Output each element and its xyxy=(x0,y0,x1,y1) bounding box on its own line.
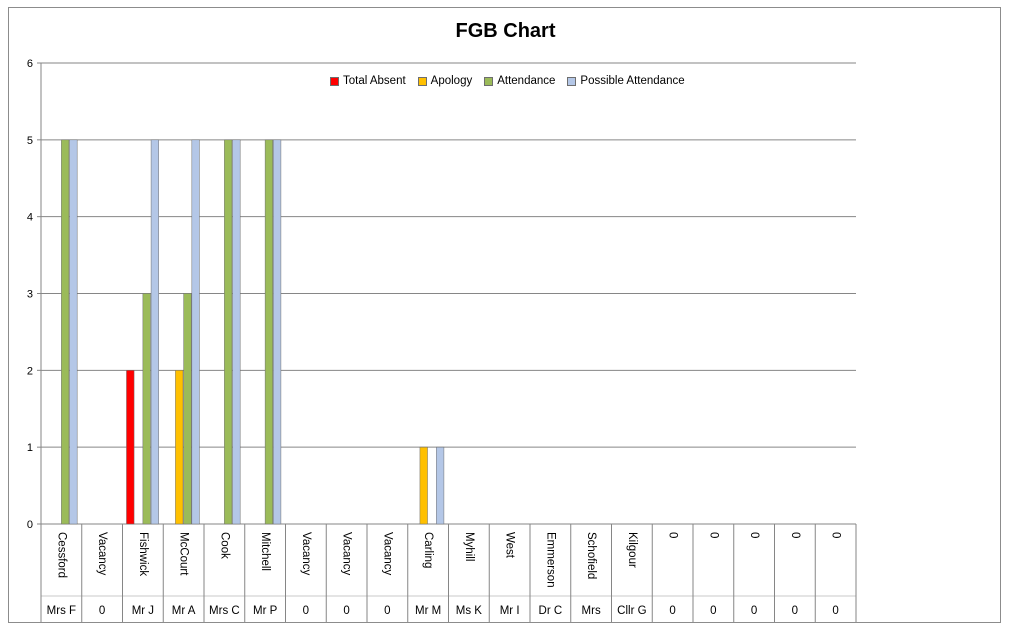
x-category-label: Carling xyxy=(422,532,434,568)
x-category-sublabel: Mrs F xyxy=(47,605,76,617)
x-category-label: Mitchell xyxy=(259,532,271,571)
x-category-sublabel: 0 xyxy=(669,605,675,617)
x-category-sublabel: 0 xyxy=(710,605,716,617)
x-category-sublabel: Mr J xyxy=(132,605,154,617)
x-category-label: Vacancy xyxy=(381,532,393,576)
bar-attendance xyxy=(183,293,192,525)
x-category-sublabel: Dr C xyxy=(539,605,563,617)
x-category-sublabel: 0 xyxy=(99,605,105,617)
bar-possible-attendance xyxy=(232,139,241,525)
x-category-label: 0 xyxy=(707,532,719,538)
x-category-sublabel: 0 xyxy=(792,605,798,617)
x-category-label: Cessford xyxy=(55,532,67,578)
y-tick-label: 1 xyxy=(27,442,33,454)
x-category-sublabel: Mrs xyxy=(582,605,601,617)
y-tick-label: 6 xyxy=(27,58,33,70)
x-category-sublabel: 0 xyxy=(384,605,390,617)
x-category-label: 0 xyxy=(748,532,760,538)
bar-possible-attendance xyxy=(273,139,282,525)
x-category-sublabel: Mr M xyxy=(415,605,441,617)
x-category-label: Kilgour xyxy=(626,532,638,568)
y-tick-label: 2 xyxy=(27,365,33,377)
y-tick-label: 4 xyxy=(27,212,33,224)
x-category-label: Myhill xyxy=(463,532,475,561)
x-category-label: Vacancy xyxy=(300,532,312,576)
x-category-label: Vacancy xyxy=(96,532,108,576)
bar-possible-attendance xyxy=(150,139,159,525)
x-category-sublabel: Mr A xyxy=(172,605,196,617)
x-category-sublabel: Mr P xyxy=(253,605,278,617)
x-category-sublabel: 0 xyxy=(751,605,757,617)
bar-attendance xyxy=(142,293,151,525)
bar-total-absent xyxy=(126,370,135,525)
x-category-sublabel: Mr I xyxy=(500,605,520,617)
x-category-label: West xyxy=(504,532,516,559)
x-category-sublabel: Ms K xyxy=(456,605,483,617)
x-category-sublabel: 0 xyxy=(343,605,349,617)
bar-possible-attendance xyxy=(191,139,200,525)
y-tick-label: 5 xyxy=(27,135,33,147)
x-category-label: McCourt xyxy=(178,532,190,576)
x-category-label: Emmerson xyxy=(544,532,556,588)
x-category-sublabel: 0 xyxy=(303,605,309,617)
y-tick-label: 3 xyxy=(27,289,33,301)
x-category-sublabel: 0 xyxy=(832,605,838,617)
bar-possible-attendance xyxy=(436,446,445,525)
bar-apology xyxy=(175,370,184,525)
bar-apology xyxy=(419,446,428,525)
x-category-label: 0 xyxy=(667,532,679,538)
bar-possible-attendance xyxy=(69,139,78,525)
x-category-sublabel: Mrs C xyxy=(209,605,240,617)
bar-attendance xyxy=(61,139,70,525)
x-category-label: Vacancy xyxy=(341,532,353,576)
x-category-label: 0 xyxy=(830,532,842,538)
x-category-label: 0 xyxy=(789,532,801,538)
bar-attendance xyxy=(224,139,233,525)
chart-plot: 0 1 2 3 4 5 6 Cessford Vacancy Fishwick McCourt Coo… xyxy=(27,58,857,622)
x-category-label: Cook xyxy=(218,532,230,559)
x-category-label: Schofield xyxy=(585,532,597,579)
y-tick-label: 0 xyxy=(27,519,33,531)
x-category-sublabel: Cllr G xyxy=(617,605,646,617)
x-category-label: Fishwick xyxy=(137,532,149,576)
bar-attendance xyxy=(264,139,273,525)
